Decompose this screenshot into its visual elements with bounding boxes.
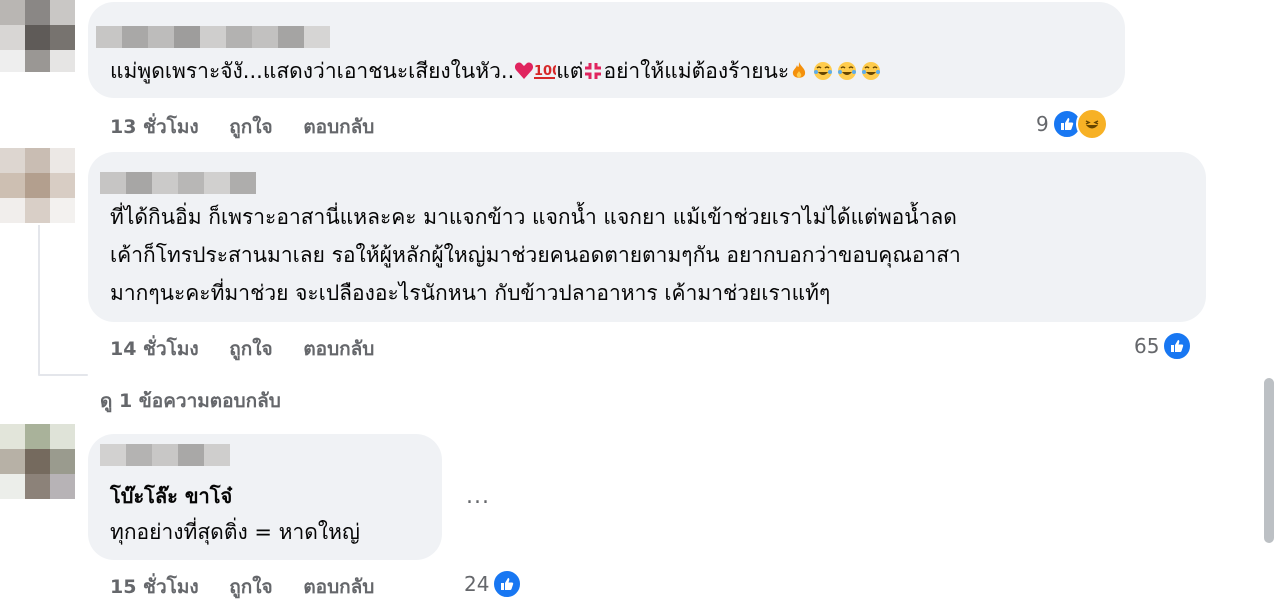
avatar[interactable] bbox=[0, 148, 76, 224]
laughing-tears-icon bbox=[838, 62, 857, 80]
more-options-button[interactable]: ... bbox=[466, 484, 490, 509]
like-button[interactable]: ถูกใจ bbox=[229, 576, 272, 598]
laughing-tears-icon bbox=[862, 62, 881, 80]
comment-meta: 15 ชั่วโมง ถูกใจ ตอบกลับ bbox=[110, 572, 374, 602]
comment-time[interactable]: 13 ชั่วโมง bbox=[110, 116, 199, 138]
avatar[interactable] bbox=[0, 424, 76, 500]
author-name[interactable] bbox=[100, 444, 230, 466]
avatar[interactable] bbox=[0, 0, 76, 72]
comment-text: ที่ได้กินอิ่ม ก็เพราะอาสานี่แหละคะ มาแจก… bbox=[110, 198, 961, 312]
reply-button[interactable]: ตอบกลับ bbox=[303, 116, 374, 138]
thread-line bbox=[38, 225, 40, 375]
comment-text: แม่พูดเพราะจังั...แสดงว่าเอาชนะเสียงในหั… bbox=[110, 52, 881, 90]
svg-text:100: 100 bbox=[534, 64, 556, 79]
comment-line: ที่ได้กินอิ่ม ก็เพราะอาสานี่แหละคะ มาแจก… bbox=[110, 205, 957, 229]
heart-icon bbox=[515, 62, 534, 79]
scrollbar-thumb[interactable] bbox=[1264, 378, 1274, 543]
like-button[interactable]: ถูกใจ bbox=[229, 116, 272, 138]
fire-icon bbox=[792, 62, 806, 78]
comments-panel: แม่พูดเพราะจังั...แสดงว่าเอาชนะเสียงในหั… bbox=[0, 0, 1280, 606]
mentioned-user[interactable]: โบ๊ะโล๊ะ ขาโจ๋ bbox=[110, 478, 360, 514]
comment-time[interactable]: 15 ชั่วโมง bbox=[110, 576, 199, 598]
view-replies-link[interactable]: ดู 1 ข้อความตอบกลับ bbox=[100, 386, 281, 416]
reaction-summary[interactable]: 9 bbox=[1036, 108, 1108, 140]
laughing-tears-icon bbox=[814, 62, 833, 80]
author-name[interactable] bbox=[96, 26, 330, 48]
like-icon bbox=[492, 569, 523, 599]
haha-icon bbox=[1075, 108, 1108, 140]
reaction-summary[interactable]: 24 bbox=[464, 569, 523, 599]
hundred-points-icon: 100 bbox=[534, 64, 556, 79]
reaction-count: 24 bbox=[464, 572, 490, 596]
comment-line: ทุกอย่างที่สุดติ่ง = หาดใหญ่ bbox=[110, 520, 360, 544]
comment-meta: 14 ชั่วโมง ถูกใจ ตอบกลับ bbox=[110, 334, 374, 364]
comment-line: มากๆนะคะที่มาช่วย จะเปลืองอะไรนักหนา กับ… bbox=[110, 281, 831, 305]
reply-button[interactable]: ตอบกลับ bbox=[303, 338, 374, 360]
like-button[interactable]: ถูกใจ bbox=[229, 338, 272, 360]
like-icon bbox=[1162, 331, 1193, 361]
reaction-summary[interactable]: 65 bbox=[1134, 331, 1193, 361]
reply-button[interactable]: ตอบกลับ bbox=[303, 576, 374, 598]
comment-time[interactable]: 14 ชั่วโมง bbox=[110, 338, 199, 360]
reaction-count: 65 bbox=[1134, 334, 1160, 358]
author-name[interactable] bbox=[100, 172, 256, 194]
comment-line: เค้าก็โทรประสานมาเลย รอให้ผู้หลักผู้ใหญ่… bbox=[110, 243, 961, 267]
comment-meta: 13 ชั่วโมง ถูกใจ ตอบกลับ bbox=[110, 112, 374, 142]
anger-symbol-icon bbox=[585, 63, 602, 79]
comment-text: โบ๊ะโล๊ะ ขาโจ๋ ทุกอย่างที่สุดติ่ง = หาดใ… bbox=[110, 478, 360, 550]
reaction-count: 9 bbox=[1036, 112, 1049, 136]
thread-line-curve bbox=[38, 374, 88, 376]
